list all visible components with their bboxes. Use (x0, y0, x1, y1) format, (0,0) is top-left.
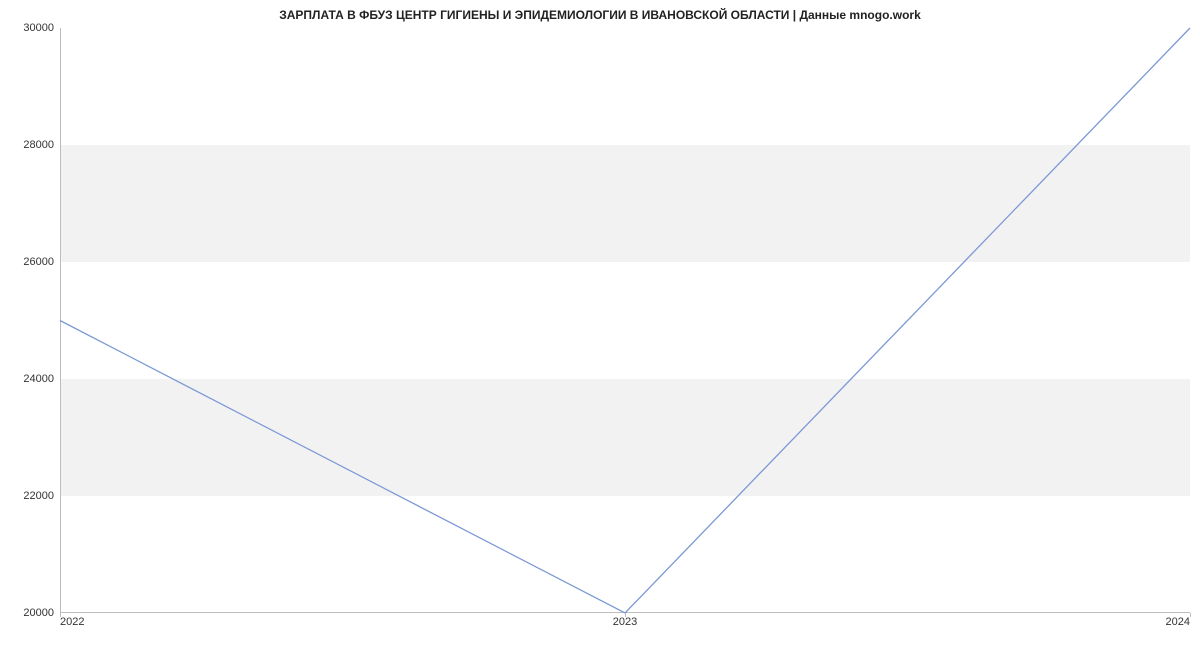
series-line (60, 28, 1190, 613)
x-tick-label: 2023 (613, 616, 637, 628)
x-tick-mark (1190, 613, 1191, 617)
x-tick-mark (625, 613, 626, 617)
x-tick-label: 2022 (60, 616, 84, 628)
plot-area (60, 28, 1190, 613)
y-tick-label: 30000 (4, 22, 54, 34)
y-tick-label: 20000 (4, 607, 54, 619)
line-layer (60, 28, 1190, 613)
x-tick-mark (60, 613, 61, 617)
chart-container: ЗАРПЛАТА В ФБУЗ ЦЕНТР ГИГИЕНЫ И ЭПИДЕМИО… (0, 0, 1200, 650)
y-tick-label: 22000 (4, 490, 54, 502)
y-tick-label: 24000 (4, 373, 54, 385)
y-tick-label: 26000 (4, 256, 54, 268)
chart-title: ЗАРПЛАТА В ФБУЗ ЦЕНТР ГИГИЕНЫ И ЭПИДЕМИО… (0, 8, 1200, 22)
y-tick-label: 28000 (4, 139, 54, 151)
x-tick-label: 2024 (1166, 616, 1190, 628)
